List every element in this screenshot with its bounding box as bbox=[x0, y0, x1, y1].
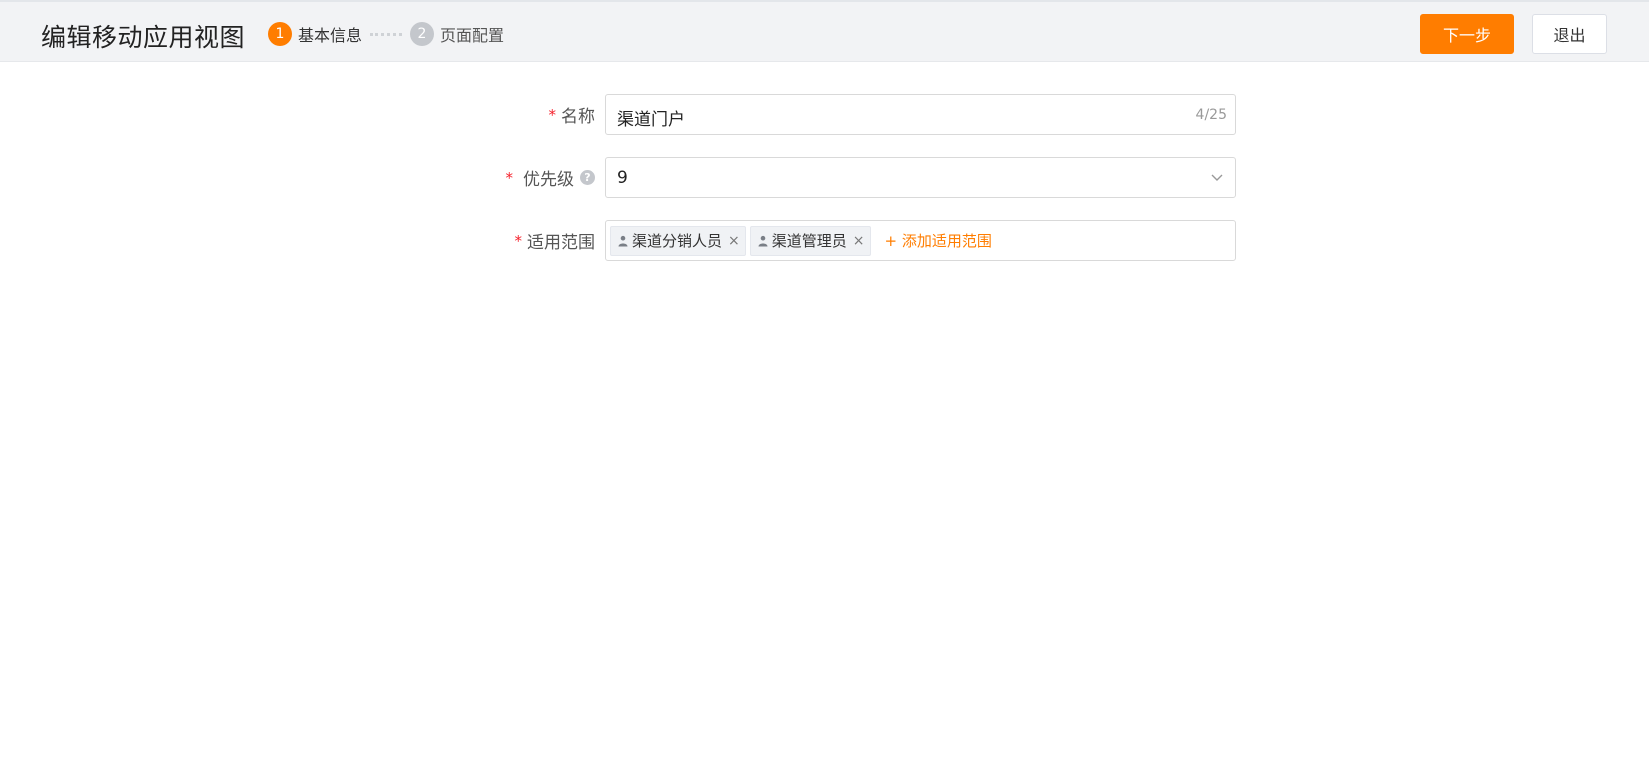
priority-label-group: * 优先级 ? bbox=[505, 165, 595, 190]
scope-label-group: * 适用范围 bbox=[514, 228, 596, 254]
help-icon[interactable]: ? bbox=[580, 170, 595, 185]
scope-tag: 渠道分销人员 × bbox=[610, 225, 746, 256]
scope-tag-list: 渠道分销人员 × 渠道管理员 × + 添加适用范围 bbox=[610, 225, 992, 256]
top-bar: 编辑移动应用视图 1 基本信息 2 页面配置 下一步 退出 bbox=[0, 0, 1649, 62]
step-2-number: 2 bbox=[410, 22, 435, 46]
name-char-counter: 4/25 bbox=[1195, 107, 1227, 123]
required-mark: * bbox=[514, 231, 523, 250]
step-1-number: 1 bbox=[268, 22, 292, 46]
scope-label: 适用范围 bbox=[527, 233, 595, 253]
scope-tag-label: 渠道管理员 bbox=[771, 232, 847, 250]
step-1-label: 基本信息 bbox=[298, 26, 363, 45]
scope-tag: 渠道管理员 × bbox=[749, 225, 871, 256]
step-indicator: 1 基本信息 2 页面配置 bbox=[268, 22, 504, 46]
name-input-value: 渠道门户 bbox=[617, 110, 685, 130]
close-icon[interactable]: × bbox=[853, 233, 865, 249]
page-title: 编辑移动应用视图 bbox=[41, 23, 246, 52]
scope-tag-label: 渠道分销人员 bbox=[632, 232, 723, 250]
name-label-group: * 名称 bbox=[548, 102, 596, 128]
priority-label: 优先级 bbox=[523, 170, 574, 190]
name-input[interactable]: 渠道门户 4/25 bbox=[605, 94, 1236, 135]
priority-select-value: 9 bbox=[617, 168, 628, 188]
next-step-button[interactable]: 下一步 bbox=[1420, 14, 1514, 54]
add-scope-button[interactable]: + 添加适用范围 bbox=[885, 230, 992, 251]
chevron-down-icon bbox=[1211, 174, 1223, 181]
person-icon bbox=[618, 235, 628, 246]
close-icon[interactable]: × bbox=[728, 233, 740, 249]
priority-select[interactable]: 9 bbox=[605, 157, 1236, 198]
exit-button[interactable]: 退出 bbox=[1532, 14, 1607, 54]
required-mark: * bbox=[548, 105, 557, 124]
step-connector bbox=[370, 32, 403, 36]
person-icon bbox=[758, 235, 768, 246]
scope-field: 渠道分销人员 × 渠道管理员 × + 添加适用范围 bbox=[605, 220, 1236, 261]
step-2-label: 页面配置 bbox=[440, 26, 505, 45]
name-label: 名称 bbox=[561, 107, 595, 127]
required-mark: * bbox=[505, 168, 514, 187]
